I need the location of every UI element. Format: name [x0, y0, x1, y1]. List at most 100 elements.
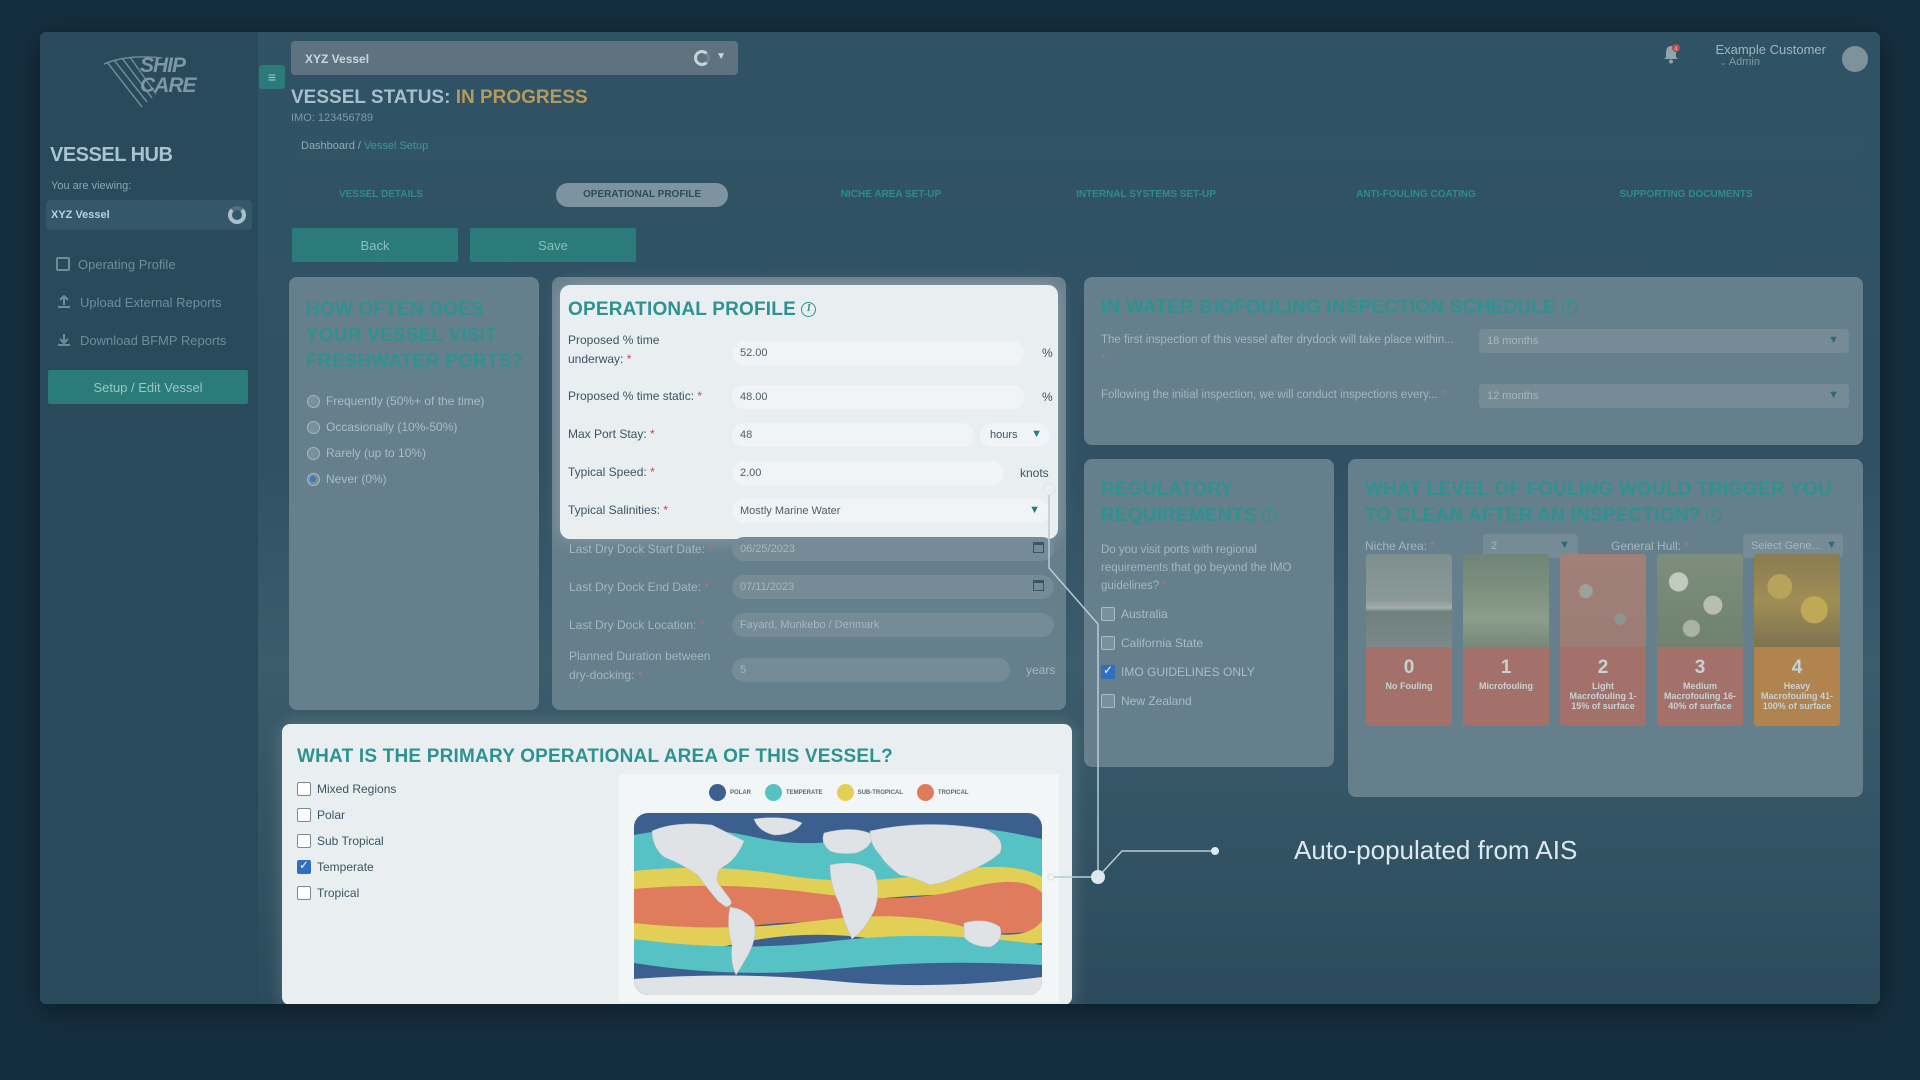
- radio-rarely[interactable]: Rarely (up to 10%): [307, 446, 426, 460]
- sidebar-item-upload-reports[interactable]: Upload External Reports: [56, 292, 222, 312]
- tab-operational-profile[interactable]: OPERATIONAL PROFILE: [556, 183, 728, 207]
- general-hull-label-text: General Hull:: [1611, 539, 1682, 553]
- checkbox[interactable]: [297, 782, 311, 796]
- speed-input[interactable]: 2.00: [732, 461, 1004, 485]
- user-menu[interactable]: Example Customer ⌄ Admin: [1620, 32, 1880, 82]
- duration-input[interactable]: 5: [732, 658, 1010, 682]
- checkbox-australia[interactable]: Australia: [1101, 607, 1168, 621]
- calendar-icon[interactable]: [1033, 542, 1044, 553]
- legend-label: TEMPERATE: [786, 789, 823, 796]
- checkbox[interactable]: [297, 834, 311, 848]
- chevron-down-icon: ▼: [1559, 539, 1570, 551]
- dock-location-input[interactable]: Fayard, Munkebo / Denmark: [732, 613, 1054, 637]
- vessel-select[interactable]: XYZ Vessel ▼: [291, 41, 738, 75]
- checkbox[interactable]: [1101, 694, 1115, 708]
- breadcrumb-root[interactable]: Dashboard: [301, 140, 355, 152]
- save-button[interactable]: Save: [470, 228, 636, 262]
- checkbox[interactable]: [1101, 607, 1115, 621]
- dock-start-input[interactable]: 06/25/2023: [732, 537, 1054, 561]
- radio-frequently[interactable]: Frequently (50%+ of the time): [307, 394, 484, 408]
- fouling-level-0[interactable]: 0 No Fouling: [1366, 554, 1452, 726]
- sidebar-item-operating-profile[interactable]: Operating Profile: [56, 254, 176, 274]
- menu-toggle-icon[interactable]: ≡: [259, 65, 285, 89]
- info-icon[interactable]: i: [1705, 508, 1721, 524]
- radio-never[interactable]: Never (0%): [307, 472, 387, 486]
- checkbox-sub-tropical[interactable]: Sub Tropical: [297, 834, 384, 848]
- tab-supporting-documents[interactable]: SUPPORTING DOCUMENTS: [1591, 180, 1781, 210]
- salinity-select[interactable]: Mostly Marine Water ▼: [732, 499, 1050, 523]
- sidebar-item-label: Operating Profile: [78, 256, 176, 272]
- info-icon[interactable]: i: [1261, 508, 1277, 524]
- avatar[interactable]: [1842, 46, 1868, 72]
- port-stay-unit-select[interactable]: hours ▼: [980, 423, 1050, 447]
- checkbox[interactable]: [297, 808, 311, 822]
- operational-title-text: OPERATIONAL PROFILE: [568, 299, 796, 320]
- checkbox[interactable]: [297, 886, 311, 900]
- map-legend: POLAR TEMPERATE SUB-TROPICAL TROPICAL: [709, 784, 969, 801]
- checkbox-new-zealand[interactable]: New Zealand: [1101, 694, 1192, 708]
- required-marker: *: [708, 542, 714, 556]
- sidebar-item-download-reports[interactable]: Download BFMP Reports: [56, 330, 226, 350]
- checkbox-label: Temperate: [317, 860, 374, 874]
- following-inspection-label: Following the initial inspection, we wil…: [1101, 386, 1461, 405]
- checkbox-label: IMO GUIDELINES ONLY: [1121, 665, 1255, 679]
- breadcrumb-separator: /: [354, 140, 364, 152]
- required-marker: *: [626, 352, 632, 366]
- legend-tropical: TROPICAL: [916, 784, 969, 801]
- chevron-down-icon: ▼: [1031, 428, 1042, 440]
- following-inspection-select[interactable]: 12 months ▼: [1479, 384, 1849, 408]
- fouling-level-3[interactable]: 3 Medium Macrofouling 16-40% of surface: [1657, 554, 1743, 726]
- status-value: IN PROGRESS: [455, 87, 588, 108]
- radio-button[interactable]: [307, 394, 320, 408]
- checkbox-tropical[interactable]: Tropical: [297, 886, 359, 900]
- checkbox-checked[interactable]: [297, 858, 311, 874]
- dock-end-input[interactable]: 07/11/2023: [732, 575, 1054, 599]
- inspection-title: IN WATER BIOFOULING INSPECTION SCHEDULE …: [1101, 297, 1577, 319]
- underway-input[interactable]: 52.00: [732, 341, 1024, 365]
- checkbox[interactable]: [1101, 636, 1115, 650]
- tab-internal-systems-setup[interactable]: INTERNAL SYSTEMS SET-UP: [1051, 180, 1241, 210]
- fouling-level-4[interactable]: 4 Heavy Macrofouling 41-100% of surface: [1754, 554, 1840, 726]
- viewing-vessel-selector[interactable]: XYZ Vessel: [46, 200, 252, 230]
- tab-niche-area-setup[interactable]: NICHE AREA SET-UP: [811, 180, 971, 210]
- checkbox-imo-guidelines[interactable]: IMO GUIDELINES ONLY: [1101, 663, 1255, 679]
- legend-polar: POLAR: [709, 784, 751, 801]
- operational-area-title: WHAT IS THE PRIMARY OPERATIONAL AREA OF …: [297, 746, 893, 767]
- legend-swatch: [709, 784, 726, 801]
- setup-edit-vessel-button[interactable]: Setup / Edit Vessel: [48, 370, 248, 404]
- fouling-level-2[interactable]: 2 Light Macrofouling 1-15% of surface: [1560, 554, 1646, 726]
- checkbox-polar[interactable]: Polar: [297, 808, 345, 822]
- checkbox-temperate[interactable]: Temperate: [297, 858, 374, 874]
- tab-anti-fouling-coating[interactable]: ANTI-FOULING COATING: [1321, 180, 1511, 210]
- info-icon[interactable]: i: [801, 302, 817, 318]
- checkbox-checked[interactable]: [1101, 663, 1115, 679]
- port-stay-input[interactable]: 48: [732, 423, 974, 447]
- chevron-down-icon: ▼: [1029, 504, 1040, 516]
- dock-location-label-text: Last Dry Dock Location:: [569, 618, 697, 632]
- static-input[interactable]: 48.00: [732, 385, 1024, 409]
- calendar-icon[interactable]: [1033, 580, 1044, 591]
- duration-unit: years: [1026, 663, 1056, 677]
- checkbox-mixed-regions[interactable]: Mixed Regions: [297, 782, 396, 796]
- info-icon[interactable]: i: [1561, 300, 1577, 316]
- radio-button[interactable]: [307, 420, 320, 434]
- checkbox-label: Tropical: [317, 886, 360, 900]
- operational-highlight-panel: OPERATIONAL PROFILE i Proposed % time un…: [560, 285, 1058, 539]
- radio-occasionally[interactable]: Occasionally (10%-50%): [307, 420, 457, 434]
- first-inspection-select[interactable]: 18 months ▼: [1479, 329, 1849, 353]
- chevron-down-icon: ▼: [716, 51, 726, 62]
- back-button[interactable]: Back: [292, 228, 458, 262]
- checkbox-california[interactable]: California State: [1101, 636, 1203, 650]
- radio-button[interactable]: [307, 446, 320, 460]
- breadcrumb: Dashboard / Vessel Setup: [291, 132, 1863, 158]
- duration-label: Planned Duration between dry-docking: *: [569, 647, 719, 685]
- first-inspection-value: 18 months: [1487, 335, 1539, 347]
- fouling-level-desc: Medium Macrofouling 16-40% of surface: [1663, 681, 1736, 711]
- dock-start-label-text: Last Dry Dock Start Date:: [569, 542, 706, 556]
- fouling-level-label: 3 Medium Macrofouling 16-40% of surface: [1657, 647, 1743, 726]
- radio-button-selected[interactable]: [307, 472, 320, 486]
- fouling-level-label: 2 Light Macrofouling 1-15% of surface: [1560, 647, 1646, 726]
- dock-location-label: Last Dry Dock Location: *: [569, 616, 704, 635]
- tab-vessel-details[interactable]: VESSEL DETAILS: [311, 180, 451, 210]
- fouling-level-1[interactable]: 1 Microfouling: [1463, 554, 1549, 726]
